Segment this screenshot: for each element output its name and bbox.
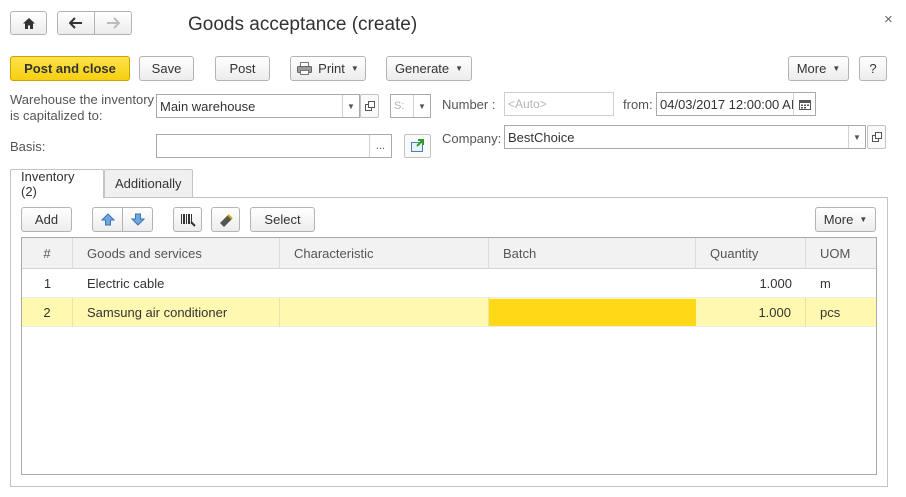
- move-down-button[interactable]: [122, 207, 153, 232]
- row-number: 1: [43, 276, 52, 291]
- select-button[interactable]: Select: [250, 207, 315, 232]
- more-label: More: [796, 61, 827, 76]
- print-label: Print: [318, 61, 345, 76]
- column-header-quantity[interactable]: Quantity: [696, 238, 806, 269]
- column-header-goods[interactable]: Goods and services: [73, 238, 280, 269]
- number-placeholder: <Auto>: [508, 97, 547, 111]
- grid-more-label: More: [823, 212, 854, 227]
- chevron-down-icon: ▼: [350, 64, 359, 73]
- more-button[interactable]: More ▼: [788, 56, 849, 81]
- calendar-icon-button[interactable]: [793, 93, 815, 115]
- back-button[interactable]: [57, 11, 95, 35]
- batch-cell-active[interactable]: [489, 299, 696, 326]
- open-window-icon: [364, 101, 375, 111]
- row-number: 2: [22, 298, 73, 327]
- company-field[interactable]: BestChoice ▼: [504, 125, 866, 149]
- arrow-left-icon: [69, 17, 82, 29]
- quantity-cell[interactable]: 1.000: [696, 298, 806, 327]
- chevron-down-icon: ▼: [832, 64, 841, 73]
- post-and-close-button[interactable]: Post and close: [10, 56, 130, 81]
- tab-inventory[interactable]: Inventory (2): [10, 169, 104, 199]
- inventory-table[interactable]: # Goods and services Characteristic Batc…: [21, 237, 877, 475]
- storage-bin-value: S:: [394, 100, 405, 112]
- move-up-button[interactable]: [92, 207, 123, 232]
- barcode-button[interactable]: [173, 207, 202, 232]
- arrow-right-icon: [107, 17, 120, 29]
- help-button[interactable]: ?: [859, 56, 887, 81]
- grid-more-button[interactable]: More ▼: [815, 207, 876, 232]
- column-header-uom[interactable]: UOM: [806, 238, 876, 269]
- warehouse-field[interactable]: Main warehouse ▼: [156, 94, 360, 118]
- barcode-icon: [180, 213, 196, 227]
- tab-additionally[interactable]: Additionally: [104, 169, 193, 197]
- uom-cell[interactable]: m: [806, 269, 876, 298]
- home-icon: [22, 17, 35, 29]
- storage-dropdown-icon[interactable]: ▼: [413, 95, 430, 117]
- basis-select-button[interactable]: ...: [369, 135, 391, 157]
- warehouse-label: Warehouse the inventory is capitalized t…: [10, 92, 154, 124]
- characteristic-cell[interactable]: [280, 298, 489, 327]
- table-header: # Goods and services Characteristic Batc…: [22, 238, 876, 269]
- generate-label: Generate: [394, 61, 450, 76]
- window-title: Goods acceptance (create): [188, 14, 418, 35]
- close-icon[interactable]: ×: [884, 11, 893, 28]
- column-header-batch[interactable]: Batch: [489, 238, 696, 269]
- date-value: 04/03/2017 12:00:00 AI: [660, 96, 795, 112]
- storage-bin-field[interactable]: S: ▼: [390, 94, 431, 118]
- uom-cell[interactable]: pcs: [806, 298, 876, 327]
- chevron-down-icon: ▼: [455, 64, 464, 73]
- table-row[interactable]: 1 Electric cable 1.000 m: [22, 269, 876, 298]
- company-dropdown-icon[interactable]: ▼: [848, 126, 865, 148]
- warehouse-open-button[interactable]: [360, 94, 379, 118]
- scanner-icon: [219, 213, 233, 227]
- basis-field[interactable]: ...: [156, 134, 392, 158]
- fill-basis-button[interactable]: [404, 134, 431, 158]
- date-field[interactable]: 04/03/2017 12:00:00 AI: [656, 92, 816, 116]
- warehouse-value: Main warehouse: [160, 98, 256, 114]
- fill-from-basis-icon: [411, 139, 424, 152]
- arrow-down-icon: [130, 213, 145, 226]
- from-label: from:: [623, 97, 653, 112]
- add-button[interactable]: Add: [21, 207, 72, 232]
- data-collection-terminal-button[interactable]: [211, 207, 240, 232]
- column-header-characteristic[interactable]: Characteristic: [280, 238, 489, 269]
- company-open-button[interactable]: [867, 125, 886, 149]
- calendar-icon: [798, 99, 811, 110]
- characteristic-cell[interactable]: [280, 269, 489, 298]
- number-label: Number :: [442, 97, 496, 112]
- chevron-down-icon: ▼: [859, 215, 868, 224]
- company-value: BestChoice: [508, 129, 575, 145]
- column-header-number[interactable]: #: [22, 238, 73, 269]
- printer-icon: [297, 62, 313, 75]
- save-button[interactable]: Save: [139, 56, 194, 81]
- home-button[interactable]: [10, 11, 47, 35]
- batch-cell[interactable]: [489, 269, 696, 298]
- quantity-cell[interactable]: 1.000: [696, 269, 806, 298]
- warehouse-label-line1: Warehouse the inventory: [10, 92, 155, 107]
- warehouse-label-line2: is capitalized to:: [10, 108, 103, 123]
- open-window-icon: [871, 132, 882, 142]
- generate-button[interactable]: Generate ▼: [386, 56, 472, 81]
- post-button[interactable]: Post: [215, 56, 270, 81]
- goods-cell[interactable]: Samsung air conditioner: [73, 298, 280, 327]
- warehouse-dropdown-icon[interactable]: ▼: [342, 95, 359, 117]
- print-button[interactable]: Print ▼: [290, 56, 366, 81]
- goods-cell[interactable]: Electric cable: [73, 269, 280, 298]
- number-field[interactable]: <Auto>: [504, 92, 614, 116]
- basis-label: Basis:: [10, 139, 46, 154]
- arrow-up-icon: [100, 213, 115, 226]
- company-label: Company:: [442, 131, 502, 146]
- table-row-selected[interactable]: 2 Samsung air conditioner 1.000 pcs: [22, 298, 876, 327]
- forward-button[interactable]: [94, 11, 132, 35]
